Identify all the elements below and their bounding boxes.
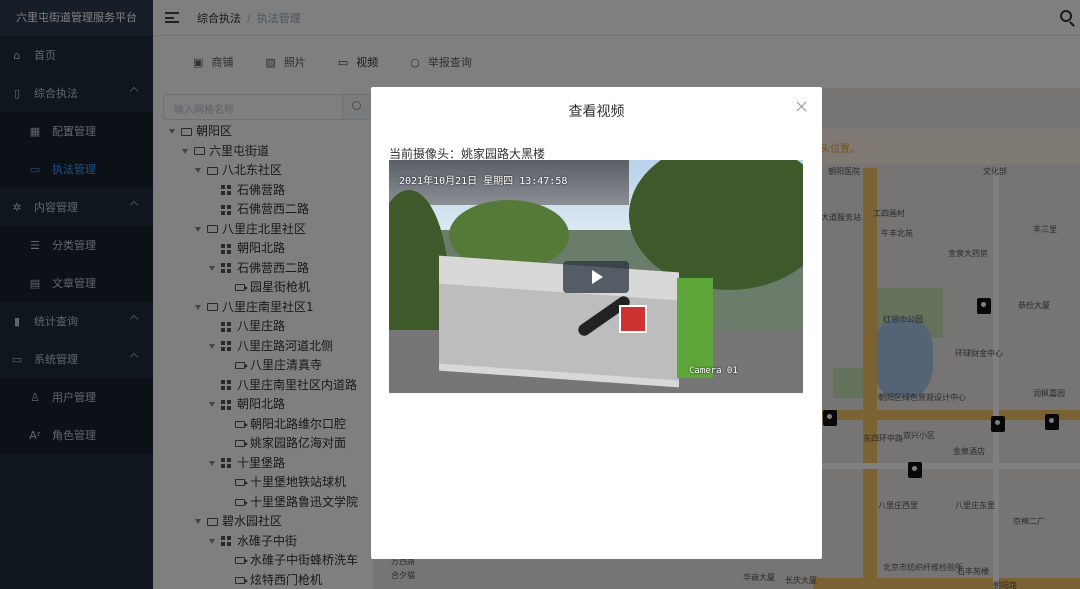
- video-camera-name: Camera 01: [689, 366, 738, 376]
- close-icon[interactable]: [796, 101, 808, 113]
- video-player[interactable]: 2021年10月21日 星期四 13:47:58 Camera 01: [389, 160, 803, 393]
- video-frame-sign: [619, 305, 647, 333]
- dialog-title: 查看视频: [568, 104, 625, 120]
- play-button[interactable]: [563, 261, 629, 293]
- video-timestamp: 2021年10月21日 星期四 13:47:58: [399, 176, 568, 187]
- video-frame-hedge: [677, 278, 713, 378]
- video-dialog: 查看视频 当前摄像头：姚家园路大黑楼 2021年10月21日 星期四 13:47…: [371, 87, 822, 559]
